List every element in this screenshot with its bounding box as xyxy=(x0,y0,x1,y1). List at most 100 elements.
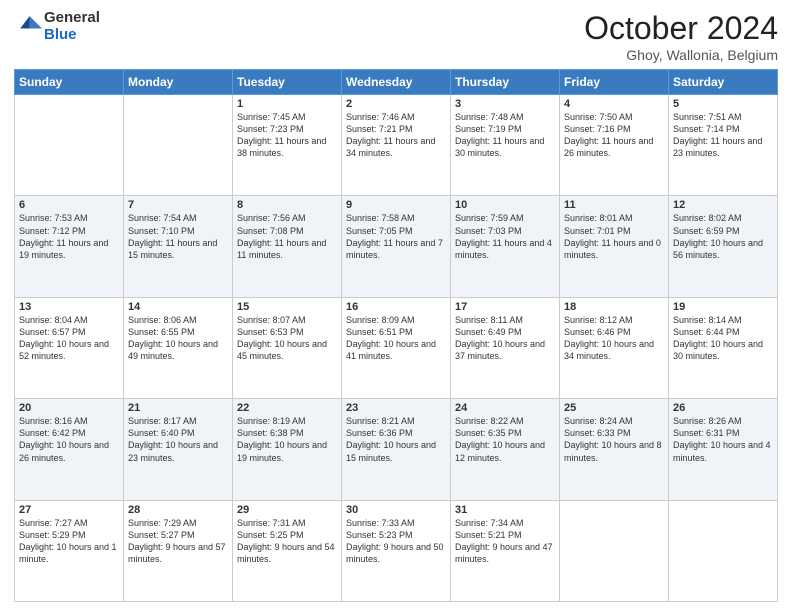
daylight-text: Daylight: 9 hours and 47 minutes. xyxy=(455,542,553,564)
calendar-week-1: 6Sunrise: 7:53 AMSunset: 7:12 PMDaylight… xyxy=(15,196,778,297)
daylight-text: Daylight: 10 hours and 41 minutes. xyxy=(346,339,436,361)
sunset-text: Sunset: 7:03 PM xyxy=(455,226,522,236)
sunrise-text: Sunrise: 8:22 AM xyxy=(455,416,524,426)
table-row: 25Sunrise: 8:24 AMSunset: 6:33 PMDayligh… xyxy=(560,399,669,500)
sunrise-text: Sunrise: 7:54 AM xyxy=(128,213,197,223)
day-info: Sunrise: 8:01 AM Sunset: 7:01 PM Daylight:… xyxy=(564,212,664,261)
day-info: Sunrise: 8:19 AMSunset: 6:38 PMDaylight:… xyxy=(237,415,337,464)
day-info: Sunrise: 8:11 AMSunset: 6:49 PMDaylight:… xyxy=(455,314,555,363)
sunrise-text: Sunrise: 8:11 AM xyxy=(455,315,523,325)
table-row: 19Sunrise: 8:14 AMSunset: 6:44 PMDayligh… xyxy=(669,297,778,398)
daylight-text: Daylight: 10 hours and 52 minutes. xyxy=(19,339,109,361)
sunrise-text: Sunrise: 7:27 AM xyxy=(19,518,88,528)
sunset-text: Sunset: 7:01 PM xyxy=(564,226,631,236)
sunset-text: Sunset: 5:23 PM xyxy=(346,530,413,540)
day-info: Sunrise: 8:21 AMSunset: 6:36 PMDaylight:… xyxy=(346,415,446,464)
daylight-text: Daylight: 9 hours and 54 minutes. xyxy=(237,542,335,564)
daylight-text: Daylight: 11 hours and 19 minutes. xyxy=(19,238,108,260)
table-row: 21Sunrise: 8:17 AMSunset: 6:40 PMDayligh… xyxy=(124,399,233,500)
sunset-text: Sunset: 6:51 PM xyxy=(346,327,413,337)
sunrise-text: Sunrise: 8:26 AM xyxy=(673,416,742,426)
sunset-text: Sunset: 6:53 PM xyxy=(237,327,304,337)
col-monday: Monday xyxy=(124,70,233,95)
month-title: October 2024 xyxy=(584,10,778,47)
daylight-text: Daylight: 10 hours and 56 minutes. xyxy=(673,238,763,260)
calendar-week-4: 27 Sunrise: 7:27 AM Sunset: 5:29 PM Dayligh… xyxy=(15,500,778,601)
sunset-text: Sunset: 7:19 PM xyxy=(455,124,522,134)
day-number: 12 xyxy=(673,199,773,211)
day-number: 16 xyxy=(346,301,446,313)
daylight-text: Daylight: 10 hours and 19 minutes. xyxy=(237,440,327,462)
table-row: 23Sunrise: 8:21 AMSunset: 6:36 PMDayligh… xyxy=(342,399,451,500)
day-number: 27 xyxy=(19,504,119,516)
sunrise-text: Sunrise: 8:04 AM xyxy=(19,315,88,325)
sunset-text: Sunset: 7:14 PM xyxy=(673,124,740,134)
day-number: 18 xyxy=(564,301,664,313)
day-info: Sunrise: 7:50 AMSunset: 7:16 PMDaylight:… xyxy=(564,111,664,160)
day-info: Sunrise: 7:46 AMSunset: 7:21 PMDaylight:… xyxy=(346,111,446,160)
sunset-text: Sunset: 6:40 PM xyxy=(128,428,195,438)
day-info: Sunrise: 7:34 AM Sunset: 5:21 PM Daylight:… xyxy=(455,517,555,566)
sunrise-text: Sunrise: 7:34 AM xyxy=(455,518,524,528)
day-info: Sunrise: 8:07 AMSunset: 6:53 PMDaylight:… xyxy=(237,314,337,363)
day-info: Sunrise: 8:06 AMSunset: 6:55 PMDaylight:… xyxy=(128,314,228,363)
sunset-text: Sunset: 6:36 PM xyxy=(346,428,413,438)
day-info: Sunrise: 7:58 AMSunset: 7:05 PMDaylight:… xyxy=(346,212,446,261)
day-info: Sunrise: 8:12 AMSunset: 6:46 PMDaylight:… xyxy=(564,314,664,363)
day-info: Sunrise: 8:16 AMSunset: 6:42 PMDaylight:… xyxy=(19,415,119,464)
sunset-text: Sunset: 7:23 PM xyxy=(237,124,304,134)
title-block: October 2024 Ghoy, Wallonia, Belgium xyxy=(584,10,778,63)
sunset-text: Sunset: 7:12 PM xyxy=(19,226,86,236)
sunrise-text: Sunrise: 8:01 AM xyxy=(564,213,633,223)
sunrise-text: Sunrise: 7:56 AM xyxy=(237,213,306,223)
day-number: 24 xyxy=(455,402,555,414)
day-info: Sunrise: 7:59 AMSunset: 7:03 PMDaylight:… xyxy=(455,212,555,261)
sunset-text: Sunset: 6:44 PM xyxy=(673,327,740,337)
day-info: Sunrise: 7:48 AMSunset: 7:19 PMDaylight:… xyxy=(455,111,555,160)
daylight-text: Daylight: 10 hours and 8 minutes. xyxy=(564,440,662,462)
calendar-week-2: 13Sunrise: 8:04 AMSunset: 6:57 PMDayligh… xyxy=(15,297,778,398)
sunset-text: Sunset: 6:49 PM xyxy=(455,327,522,337)
table-row: 3Sunrise: 7:48 AMSunset: 7:19 PMDaylight… xyxy=(451,95,560,196)
daylight-text: Daylight: 10 hours and 1 minute. xyxy=(19,542,117,564)
sunset-text: Sunset: 5:25 PM xyxy=(237,530,304,540)
daylight-text: Daylight: 11 hours and 34 minutes. xyxy=(346,136,435,158)
sunrise-text: Sunrise: 8:09 AM xyxy=(346,315,415,325)
sunset-text: Sunset: 5:21 PM xyxy=(455,530,522,540)
daylight-text: Daylight: 10 hours and 30 minutes. xyxy=(673,339,763,361)
daylight-text: Daylight: 11 hours and 4 minutes. xyxy=(455,238,552,260)
day-number: 14 xyxy=(128,301,228,313)
day-info: Sunrise: 7:54 AMSunset: 7:10 PMDaylight:… xyxy=(128,212,228,261)
day-number: 30 xyxy=(346,504,446,516)
day-info: Sunrise: 8:22 AMSunset: 6:35 PMDaylight:… xyxy=(455,415,555,464)
table-row: 9Sunrise: 7:58 AMSunset: 7:05 PMDaylight… xyxy=(342,196,451,297)
calendar-week-0: 1Sunrise: 7:45 AMSunset: 7:23 PMDaylight… xyxy=(15,95,778,196)
day-info: Sunrise: 8:14 AMSunset: 6:44 PMDaylight:… xyxy=(673,314,773,363)
day-number: 9 xyxy=(346,199,446,211)
daylight-text: Daylight: 11 hours and 30 minutes. xyxy=(455,136,544,158)
sunrise-text: Sunrise: 8:16 AM xyxy=(19,416,88,426)
day-number: 29 xyxy=(237,504,337,516)
sunset-text: Sunset: 7:10 PM xyxy=(128,226,195,236)
sunset-text: Sunset: 5:29 PM xyxy=(19,530,86,540)
daylight-text: Daylight: 11 hours and 0 minutes. xyxy=(564,238,661,260)
daylight-text: Daylight: 10 hours and 4 minutes. xyxy=(673,440,771,462)
table-row: 29Sunrise: 7:31 AMSunset: 5:25 PMDayligh… xyxy=(233,500,342,601)
sunset-text: Sunset: 6:59 PM xyxy=(673,226,740,236)
page: General Blue October 2024 Ghoy, Wallonia… xyxy=(0,0,792,612)
table-row xyxy=(669,500,778,601)
table-row: 5Sunrise: 7:51 AMSunset: 7:14 PMDaylight… xyxy=(669,95,778,196)
table-row: 11 Sunrise: 8:01 AM Sunset: 7:01 PM Dayligh… xyxy=(560,196,669,297)
col-sunday: Sunday xyxy=(15,70,124,95)
day-number: 11 xyxy=(564,199,664,211)
sunrise-text: Sunrise: 8:21 AM xyxy=(346,416,415,426)
table-row: 26Sunrise: 8:26 AMSunset: 6:31 PMDayligh… xyxy=(669,399,778,500)
calendar-header-row: Sunday Monday Tuesday Wednesday Thursday… xyxy=(15,70,778,95)
day-info: Sunrise: 7:29 AMSunset: 5:27 PMDaylight:… xyxy=(128,517,228,566)
day-number: 26 xyxy=(673,402,773,414)
sunrise-text: Sunrise: 7:50 AM xyxy=(564,112,633,122)
day-number: 2 xyxy=(346,98,446,110)
table-row: 10Sunrise: 7:59 AMSunset: 7:03 PMDayligh… xyxy=(451,196,560,297)
table-row: 27 Sunrise: 7:27 AM Sunset: 5:29 PM Dayligh… xyxy=(15,500,124,601)
sunrise-text: Sunrise: 7:45 AM xyxy=(237,112,306,122)
